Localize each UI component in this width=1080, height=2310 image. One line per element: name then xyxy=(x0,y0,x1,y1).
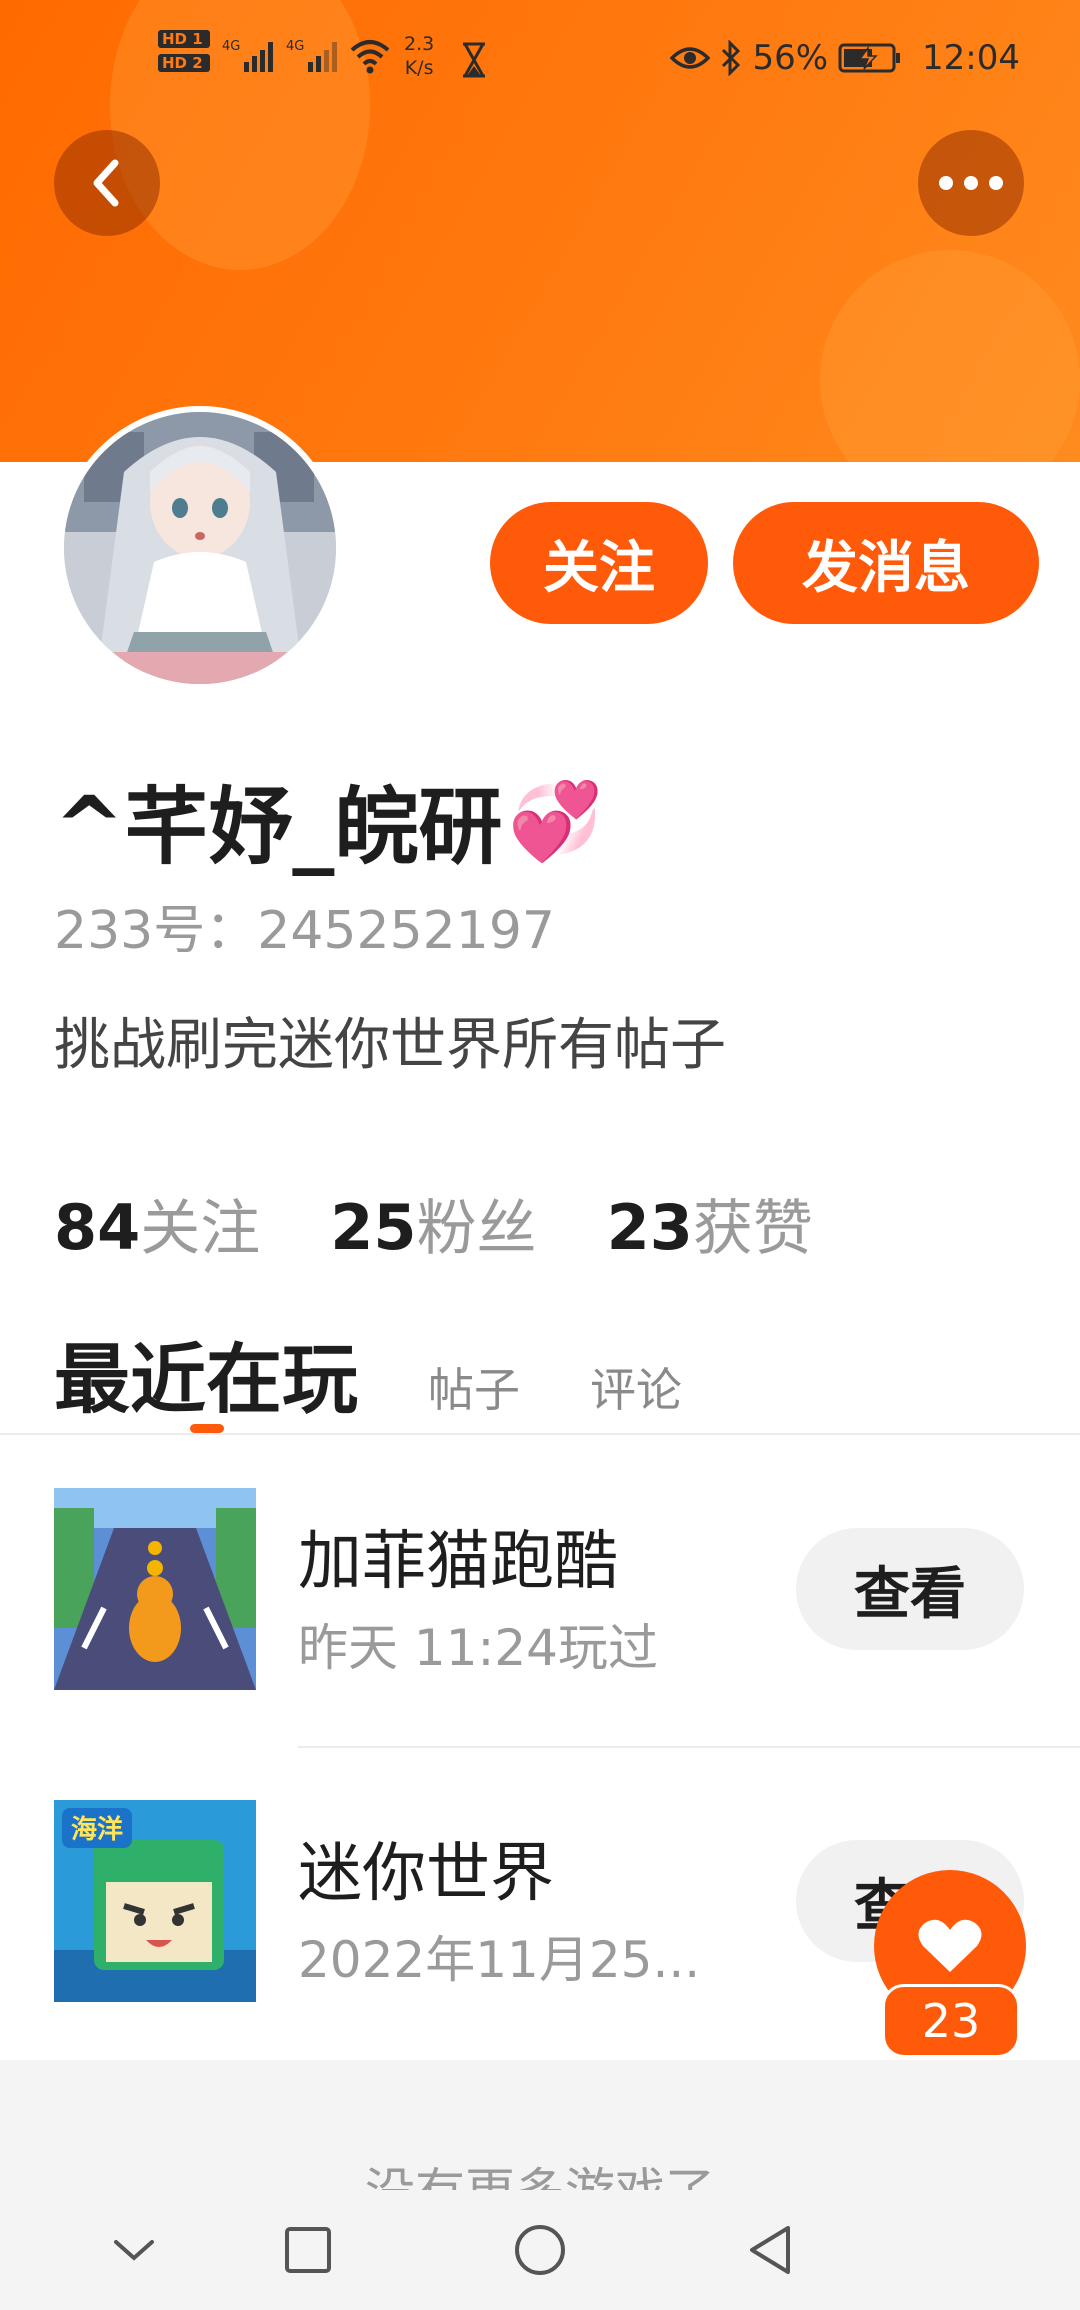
stat-label: 粉丝 xyxy=(416,1194,537,1264)
triangle-back-icon xyxy=(750,2226,790,2274)
profile-tabs: 最近在玩 帖子 评论 xyxy=(54,1318,682,1428)
like-count-badge: 23 xyxy=(882,1984,1020,2058)
divider xyxy=(0,1433,1080,1435)
garfield-run-thumbnail-icon xyxy=(54,1488,256,1690)
network-speed: 2.3 K/s xyxy=(404,32,434,80)
list-footer: 没有更多游戏了 xyxy=(0,2060,1080,2190)
battery-icon xyxy=(838,43,901,73)
profile-header-banner: HD 1 HD 2 4G 4G 2.3 K/s 56% 12:04 xyxy=(0,0,1080,462)
stat-followers[interactable]: 25粉丝 xyxy=(330,1180,536,1267)
game-title: 迷你世界 xyxy=(298,1837,554,1911)
stat-label: 关注 xyxy=(140,1194,261,1264)
stat-number: 25 xyxy=(330,1191,417,1264)
avatar-image xyxy=(64,412,336,684)
active-tab-indicator xyxy=(190,1424,224,1433)
nav-back-button[interactable] xyxy=(740,2220,800,2280)
signal-icon: 4G xyxy=(222,39,273,72)
bluetooth-icon xyxy=(722,40,741,76)
send-message-button[interactable]: 发消息 xyxy=(733,502,1039,624)
hd1-badge: HD 1 xyxy=(158,30,210,48)
username: ^芊妤_皖研 💞 xyxy=(54,760,603,881)
heart-icon xyxy=(918,1919,982,1972)
chevron-left-icon xyxy=(93,159,119,207)
stat-number: 23 xyxy=(606,1191,693,1264)
svg-text:4G: 4G xyxy=(286,39,304,54)
tab-comments[interactable]: 评论 xyxy=(590,1354,682,1420)
square-icon xyxy=(285,2227,331,2273)
nav-home-button[interactable] xyxy=(510,2220,570,2280)
eye-icon xyxy=(670,47,711,69)
mini-world-thumbnail-icon: 海洋 xyxy=(54,1800,256,2002)
game-thumbnail xyxy=(54,1488,256,1690)
stat-label: 获赞 xyxy=(692,1194,813,1264)
divider xyxy=(298,1746,1080,1748)
avatar[interactable] xyxy=(58,406,342,690)
game-title: 加菲猫跑酷 xyxy=(298,1525,618,1599)
nav-recents-button[interactable] xyxy=(278,2220,338,2280)
stat-following[interactable]: 84关注 xyxy=(54,1180,260,1267)
game-last-played: 昨天 11:24玩过 xyxy=(298,1619,658,1677)
game-last-played: 2022年11月25... xyxy=(298,1931,701,1989)
speed-unit: K/s xyxy=(404,57,434,79)
anime-girl-avatar-icon xyxy=(64,412,336,684)
two-hearts-emoji: 💞 xyxy=(508,775,604,865)
no-more-games-text: 没有更多游戏了 xyxy=(0,2152,1080,2190)
clock: 12:04 xyxy=(922,38,1020,78)
wifi-icon xyxy=(350,40,390,74)
tab-recently-played[interactable]: 最近在玩 xyxy=(54,1318,358,1428)
svg-text:海洋: 海洋 xyxy=(71,1814,123,1845)
status-right: 56% 12:04 xyxy=(670,38,1020,78)
battery-percent: 56% xyxy=(752,38,829,78)
user-id: 233号：245252197 xyxy=(54,901,556,961)
svg-text:4G: 4G xyxy=(222,39,240,54)
game-row[interactable]: 加菲猫跑酷 昨天 11:24玩过 查看 xyxy=(0,1488,1080,1788)
stat-number: 84 xyxy=(54,1191,141,1264)
signal-icon: 4G xyxy=(286,39,337,72)
circle-icon xyxy=(515,2225,565,2275)
hd2-badge: HD 2 xyxy=(158,54,210,72)
sim-indicators: HD 1 HD 2 xyxy=(158,30,210,78)
hourglass-icon xyxy=(463,42,485,78)
user-bio: 挑战刷完迷你世界所有帖子 xyxy=(54,1013,726,1078)
back-button[interactable] xyxy=(54,130,160,236)
stat-likes[interactable]: 23获赞 xyxy=(607,1180,813,1267)
nav-collapse-button[interactable] xyxy=(104,2220,164,2280)
profile-stats: 84关注 25粉丝 23获赞 xyxy=(54,1180,813,1267)
more-dots-icon xyxy=(939,176,1003,190)
system-navigation-bar xyxy=(0,2190,1080,2310)
banner-decoration xyxy=(820,250,1080,462)
username-text: ^芊妤_皖研 xyxy=(54,778,503,876)
more-options-button[interactable] xyxy=(918,130,1024,236)
speed-value: 2.3 xyxy=(404,33,435,55)
tab-posts[interactable]: 帖子 xyxy=(428,1354,520,1420)
view-game-button[interactable]: 查看 xyxy=(796,1528,1024,1650)
follow-button[interactable]: 关注 xyxy=(490,502,708,624)
chevron-down-icon xyxy=(114,2240,154,2261)
status-bar: HD 1 HD 2 4G 4G 2.3 K/s 56% 12:04 xyxy=(0,0,1080,120)
game-thumbnail: 海洋 xyxy=(54,1800,256,2002)
